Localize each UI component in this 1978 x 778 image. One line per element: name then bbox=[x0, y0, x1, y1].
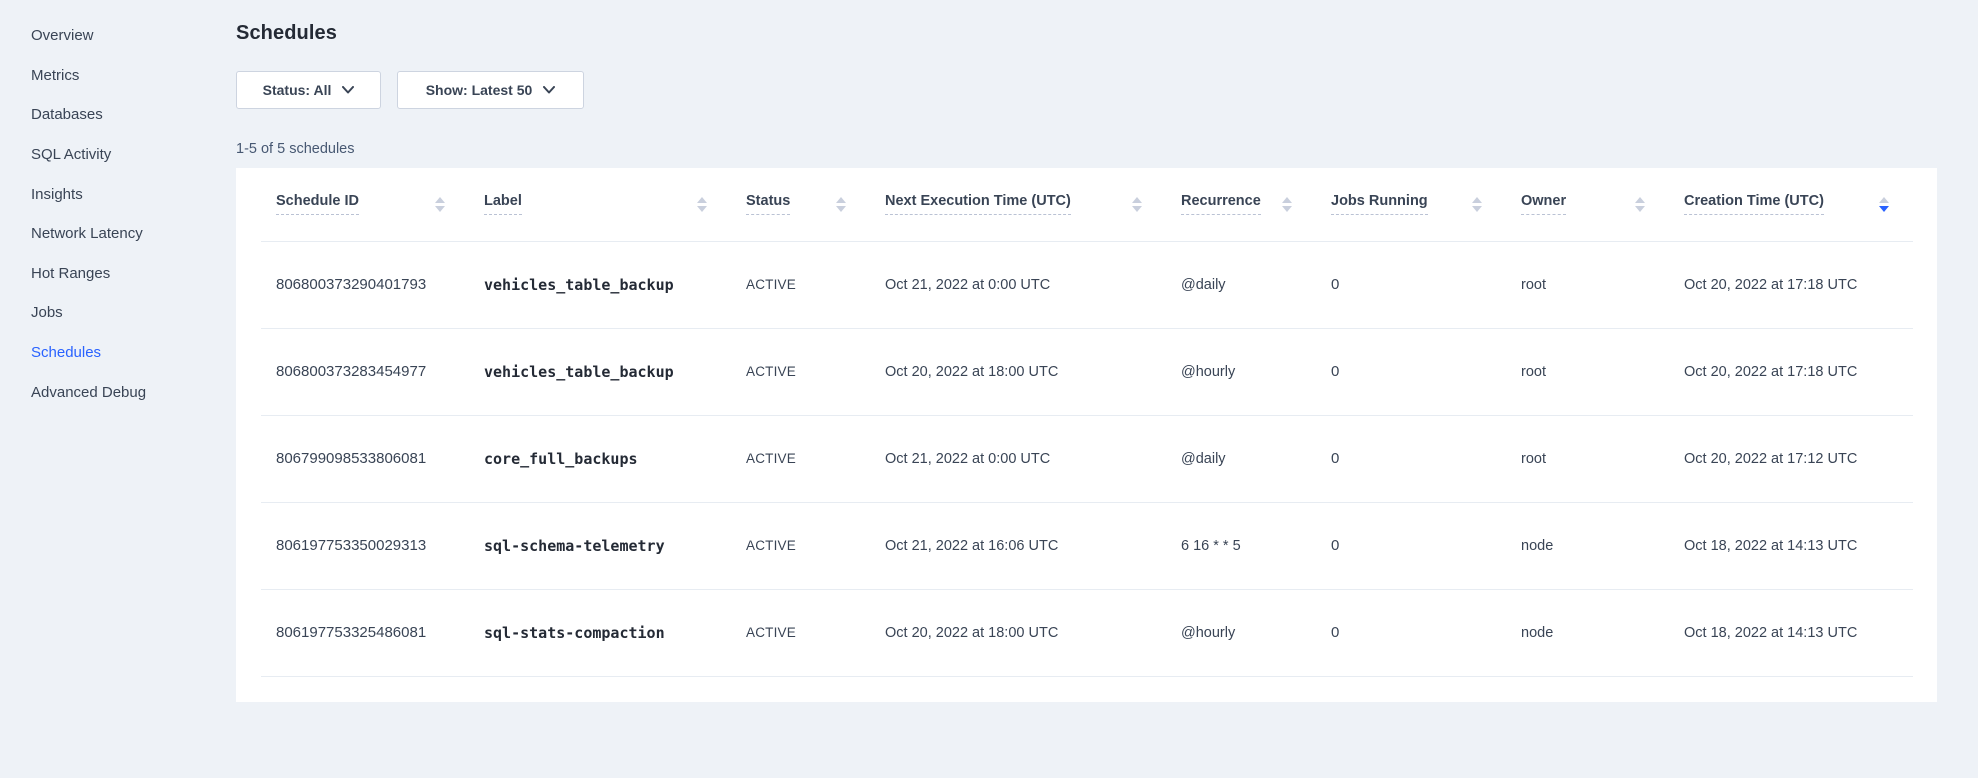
schedules-table-panel: Schedule ID Label Status Next Execution … bbox=[236, 168, 1937, 702]
cell-status: ACTIVE bbox=[731, 589, 870, 676]
column-header-schedule-id[interactable]: Schedule ID bbox=[261, 168, 469, 241]
sidebar-item-jobs[interactable]: Jobs bbox=[0, 293, 236, 333]
sidebar-item-network-latency[interactable]: Network Latency bbox=[0, 214, 236, 254]
column-label: Creation Time (UTC) bbox=[1684, 193, 1824, 215]
sort-icon bbox=[836, 197, 846, 212]
sort-icon bbox=[1472, 197, 1482, 212]
cell-label: vehicles_table_backup bbox=[469, 241, 731, 328]
table-header-row: Schedule ID Label Status Next Execution … bbox=[261, 168, 1913, 241]
cell-recurrence: @daily bbox=[1166, 241, 1316, 328]
cell-creation-time: Oct 18, 2022 at 14:13 UTC bbox=[1669, 589, 1913, 676]
cell-recurrence: @daily bbox=[1166, 415, 1316, 502]
sort-icon bbox=[1879, 197, 1889, 212]
cell-next-execution: Oct 21, 2022 at 0:00 UTC bbox=[870, 241, 1166, 328]
sidebar-item-overview[interactable]: Overview bbox=[0, 16, 236, 56]
cell-status: ACTIVE bbox=[731, 241, 870, 328]
sidebar-item-sql-activity[interactable]: SQL Activity bbox=[0, 135, 236, 175]
cell-recurrence: @hourly bbox=[1166, 328, 1316, 415]
sort-icon bbox=[1282, 197, 1292, 212]
cell-jobs-running: 0 bbox=[1316, 328, 1506, 415]
column-header-jobs-running[interactable]: Jobs Running bbox=[1316, 168, 1506, 241]
cell-schedule-id: 806197753350029313 bbox=[261, 502, 469, 589]
sort-icon bbox=[697, 197, 707, 212]
sort-icon bbox=[1132, 197, 1142, 212]
cell-jobs-running: 0 bbox=[1316, 589, 1506, 676]
column-header-creation-time[interactable]: Creation Time (UTC) bbox=[1669, 168, 1913, 241]
sidebar-nav-list: Overview Metrics Databases SQL Activity … bbox=[0, 16, 236, 412]
cell-jobs-running: 0 bbox=[1316, 415, 1506, 502]
cell-schedule-id: 806197753325486081 bbox=[261, 589, 469, 676]
cell-status: ACTIVE bbox=[731, 502, 870, 589]
column-label: Next Execution Time (UTC) bbox=[885, 193, 1071, 215]
cell-recurrence: 6 16 * * 5 bbox=[1166, 502, 1316, 589]
cell-owner: root bbox=[1506, 328, 1669, 415]
table-row: 806197753350029313 sql-schema-telemetry … bbox=[261, 502, 1913, 589]
cell-next-execution: Oct 20, 2022 at 18:00 UTC bbox=[870, 589, 1166, 676]
cell-label: core_full_backups bbox=[469, 415, 731, 502]
cell-schedule-id: 806800373290401793 bbox=[261, 241, 469, 328]
cell-next-execution: Oct 21, 2022 at 16:06 UTC bbox=[870, 502, 1166, 589]
cell-label: sql-stats-compaction bbox=[469, 589, 731, 676]
sidebar-item-insights[interactable]: Insights bbox=[0, 174, 236, 214]
column-label: Jobs Running bbox=[1331, 193, 1428, 215]
table-row: 806800373290401793 vehicles_table_backup… bbox=[261, 241, 1913, 328]
column-header-next-execution-time[interactable]: Next Execution Time (UTC) bbox=[870, 168, 1166, 241]
cell-owner: node bbox=[1506, 589, 1669, 676]
cell-owner: root bbox=[1506, 241, 1669, 328]
column-header-owner[interactable]: Owner bbox=[1506, 168, 1669, 241]
sidebar: Overview Metrics Databases SQL Activity … bbox=[0, 0, 236, 778]
chevron-down-icon bbox=[543, 86, 555, 94]
cell-schedule-id: 806800373283454977 bbox=[261, 328, 469, 415]
column-label: Status bbox=[746, 193, 790, 215]
sidebar-item-databases[interactable]: Databases bbox=[0, 95, 236, 135]
sidebar-item-metrics[interactable]: Metrics bbox=[0, 56, 236, 96]
column-header-status[interactable]: Status bbox=[731, 168, 870, 241]
sort-icon bbox=[435, 197, 445, 212]
cell-owner: root bbox=[1506, 415, 1669, 502]
cell-recurrence: @hourly bbox=[1166, 589, 1316, 676]
cell-creation-time: Oct 18, 2022 at 14:13 UTC bbox=[1669, 502, 1913, 589]
cell-creation-time: Oct 20, 2022 at 17:12 UTC bbox=[1669, 415, 1913, 502]
cell-next-execution: Oct 21, 2022 at 0:00 UTC bbox=[870, 415, 1166, 502]
show-latest-dropdown[interactable]: Show: Latest 50 bbox=[397, 71, 584, 109]
page-title: Schedules bbox=[236, 22, 1978, 45]
cell-owner: node bbox=[1506, 502, 1669, 589]
results-count: 1-5 of 5 schedules bbox=[236, 141, 1978, 157]
table-row: 806800373283454977 vehicles_table_backup… bbox=[261, 328, 1913, 415]
cell-creation-time: Oct 20, 2022 at 17:18 UTC bbox=[1669, 328, 1913, 415]
sidebar-item-advanced-debug[interactable]: Advanced Debug bbox=[0, 372, 236, 412]
cell-status: ACTIVE bbox=[731, 328, 870, 415]
column-label: Owner bbox=[1521, 193, 1566, 215]
table-row: 806799098533806081 core_full_backups ACT… bbox=[261, 415, 1913, 502]
filter-bar: Status: All Show: Latest 50 bbox=[236, 71, 1978, 109]
chevron-down-icon bbox=[342, 86, 354, 94]
column-header-recurrence[interactable]: Recurrence bbox=[1166, 168, 1316, 241]
cell-label: sql-schema-telemetry bbox=[469, 502, 731, 589]
cell-schedule-id: 806799098533806081 bbox=[261, 415, 469, 502]
cell-jobs-running: 0 bbox=[1316, 241, 1506, 328]
column-label: Schedule ID bbox=[276, 193, 359, 215]
schedules-table: Schedule ID Label Status Next Execution … bbox=[261, 168, 1913, 677]
cell-next-execution: Oct 20, 2022 at 18:00 UTC bbox=[870, 328, 1166, 415]
sidebar-item-schedules[interactable]: Schedules bbox=[0, 333, 236, 373]
sort-icon bbox=[1635, 197, 1645, 212]
column-header-label[interactable]: Label bbox=[469, 168, 731, 241]
column-label: Label bbox=[484, 193, 522, 215]
cell-status: ACTIVE bbox=[731, 415, 870, 502]
main-content: Schedules Status: All Show: Latest 50 1-… bbox=[236, 0, 1978, 702]
table-row: 806197753325486081 sql-stats-compaction … bbox=[261, 589, 1913, 676]
cell-creation-time: Oct 20, 2022 at 17:18 UTC bbox=[1669, 241, 1913, 328]
sidebar-item-hot-ranges[interactable]: Hot Ranges bbox=[0, 254, 236, 294]
show-latest-label: Show: Latest 50 bbox=[426, 82, 533, 98]
cell-label: vehicles_table_backup bbox=[469, 328, 731, 415]
column-label: Recurrence bbox=[1181, 193, 1261, 215]
cell-jobs-running: 0 bbox=[1316, 502, 1506, 589]
status-filter-label: Status: All bbox=[263, 82, 332, 98]
status-filter-dropdown[interactable]: Status: All bbox=[236, 71, 381, 109]
